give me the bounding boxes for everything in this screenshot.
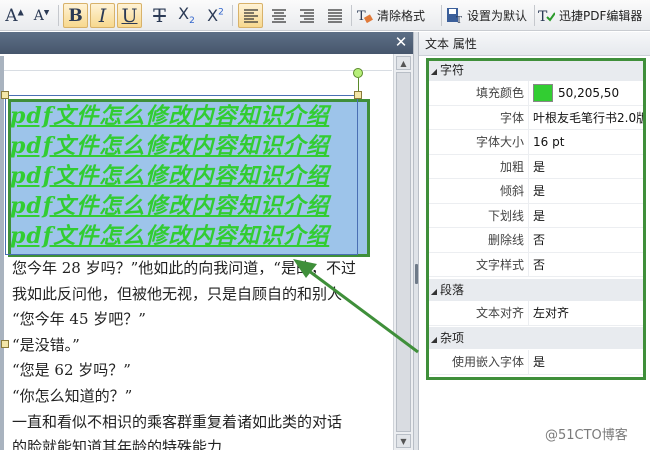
scrollbar-thumb[interactable] — [396, 72, 411, 432]
svg-text:T: T — [357, 9, 366, 24]
font-decrease-icon: A▼ — [33, 7, 50, 24]
align-center-icon — [271, 8, 286, 23]
set-default-label: 设置为默认 — [467, 9, 528, 23]
page-top-guide — [4, 70, 392, 71]
superscript-button[interactable]: X2 — [203, 3, 228, 28]
toolbar-separator — [232, 5, 233, 26]
body-text-line: 您今年 28 岁吗？”他如此的向我问道，“是的，不过 — [12, 259, 356, 277]
italic-button[interactable]: I — [90, 3, 115, 28]
bold-icon: B — [68, 5, 83, 26]
caret-down-icon: ▼ — [400, 436, 407, 446]
font-increase-icon: A▲ — [5, 5, 24, 26]
strikethrough-button[interactable]: T — [147, 3, 172, 28]
resize-handle-top-right[interactable] — [354, 91, 362, 99]
text-box-selection-frame — [5, 95, 358, 255]
body-text-line: “您今年 45 岁吧？” — [12, 310, 146, 329]
pdf-editor-button[interactable]: T 迅捷PDF编辑器 — [538, 3, 642, 28]
formatting-toolbar: A▲ A▼ B I U T X2 X2 T 清除格式 T 设置为默认 T 迅捷P… — [0, 0, 650, 31]
underline-icon: U — [121, 4, 138, 27]
align-left-button[interactable] — [238, 3, 263, 28]
text-check-icon: T — [538, 9, 555, 24]
scroll-up-button[interactable]: ▲ — [396, 56, 411, 70]
save-default-icon: T — [447, 8, 462, 24]
strikethrough-icon: T — [153, 4, 166, 27]
align-center-button[interactable] — [266, 3, 291, 28]
align-left-icon — [243, 8, 258, 23]
resize-handle-top-left[interactable] — [1, 91, 9, 99]
toolbar-separator — [58, 5, 59, 26]
font-increase-button[interactable]: A▲ — [2, 3, 27, 28]
panel-title: 文本 属性 — [419, 32, 650, 56]
body-text-line: “是没错。” — [12, 335, 80, 354]
scroll-down-button[interactable]: ▼ — [396, 434, 411, 448]
subscript-icon: X2 — [178, 4, 195, 27]
italic-icon: I — [98, 4, 107, 27]
body-text-line: 一直和看似不相识的乘客群重复着诸如此类的对话 — [12, 412, 343, 431]
clear-format-button[interactable]: T 清除格式 — [356, 3, 425, 28]
rotate-handle[interactable] — [353, 68, 363, 78]
underline-button[interactable]: U — [117, 3, 142, 28]
body-text-line: “您是 62 岁吗？” — [12, 361, 131, 380]
properties-annotation-frame — [426, 58, 646, 380]
close-icon: ✕ — [394, 33, 408, 51]
justify-icon — [327, 8, 342, 23]
splitter-grip-icon — [415, 264, 418, 284]
superscript-icon: X2 — [207, 6, 224, 25]
toolbar-separator — [351, 5, 352, 26]
watermark: @51CTO博客 — [545, 428, 628, 443]
page-border — [0, 56, 4, 450]
document-vertical-scrollbar[interactable]: ▲ ▼ — [393, 54, 413, 450]
document-tab-bar: ✕ — [0, 32, 413, 54]
align-right-icon — [299, 8, 314, 23]
bold-button[interactable]: B — [63, 3, 88, 28]
svg-text:T: T — [538, 9, 548, 24]
set-default-button[interactable]: T 设置为默认 — [446, 3, 527, 28]
clear-format-icon: T — [357, 9, 373, 24]
font-decrease-button[interactable]: A▼ — [29, 3, 54, 28]
align-right-button[interactable] — [294, 3, 319, 28]
justify-button[interactable] — [322, 3, 347, 28]
caret-up-icon: ▲ — [400, 58, 407, 68]
subscript-button[interactable]: X2 — [174, 3, 199, 28]
pdf-editor-label: 迅捷PDF编辑器 — [559, 9, 643, 23]
clear-format-label: 清除格式 — [377, 9, 426, 23]
toolbar-separator — [534, 5, 535, 26]
close-document-button[interactable]: ✕ — [393, 34, 409, 50]
body-text-line: 的脸就能知道其年龄的特殊能力 — [12, 438, 223, 450]
toolbar-separator — [441, 5, 442, 26]
resize-handle-left[interactable] — [1, 340, 9, 348]
body-text-line: 我如此反问他，但被他无视，只是自顾自的和别人 — [12, 284, 343, 303]
svg-text:T: T — [456, 16, 462, 24]
body-text-line: “你怎么知道的？” — [12, 386, 133, 405]
document-body-text[interactable]: 您今年 28 岁吗？”他如此的向我问道，“是的，不过 我如此反问他，但被他无视，… — [12, 256, 393, 450]
